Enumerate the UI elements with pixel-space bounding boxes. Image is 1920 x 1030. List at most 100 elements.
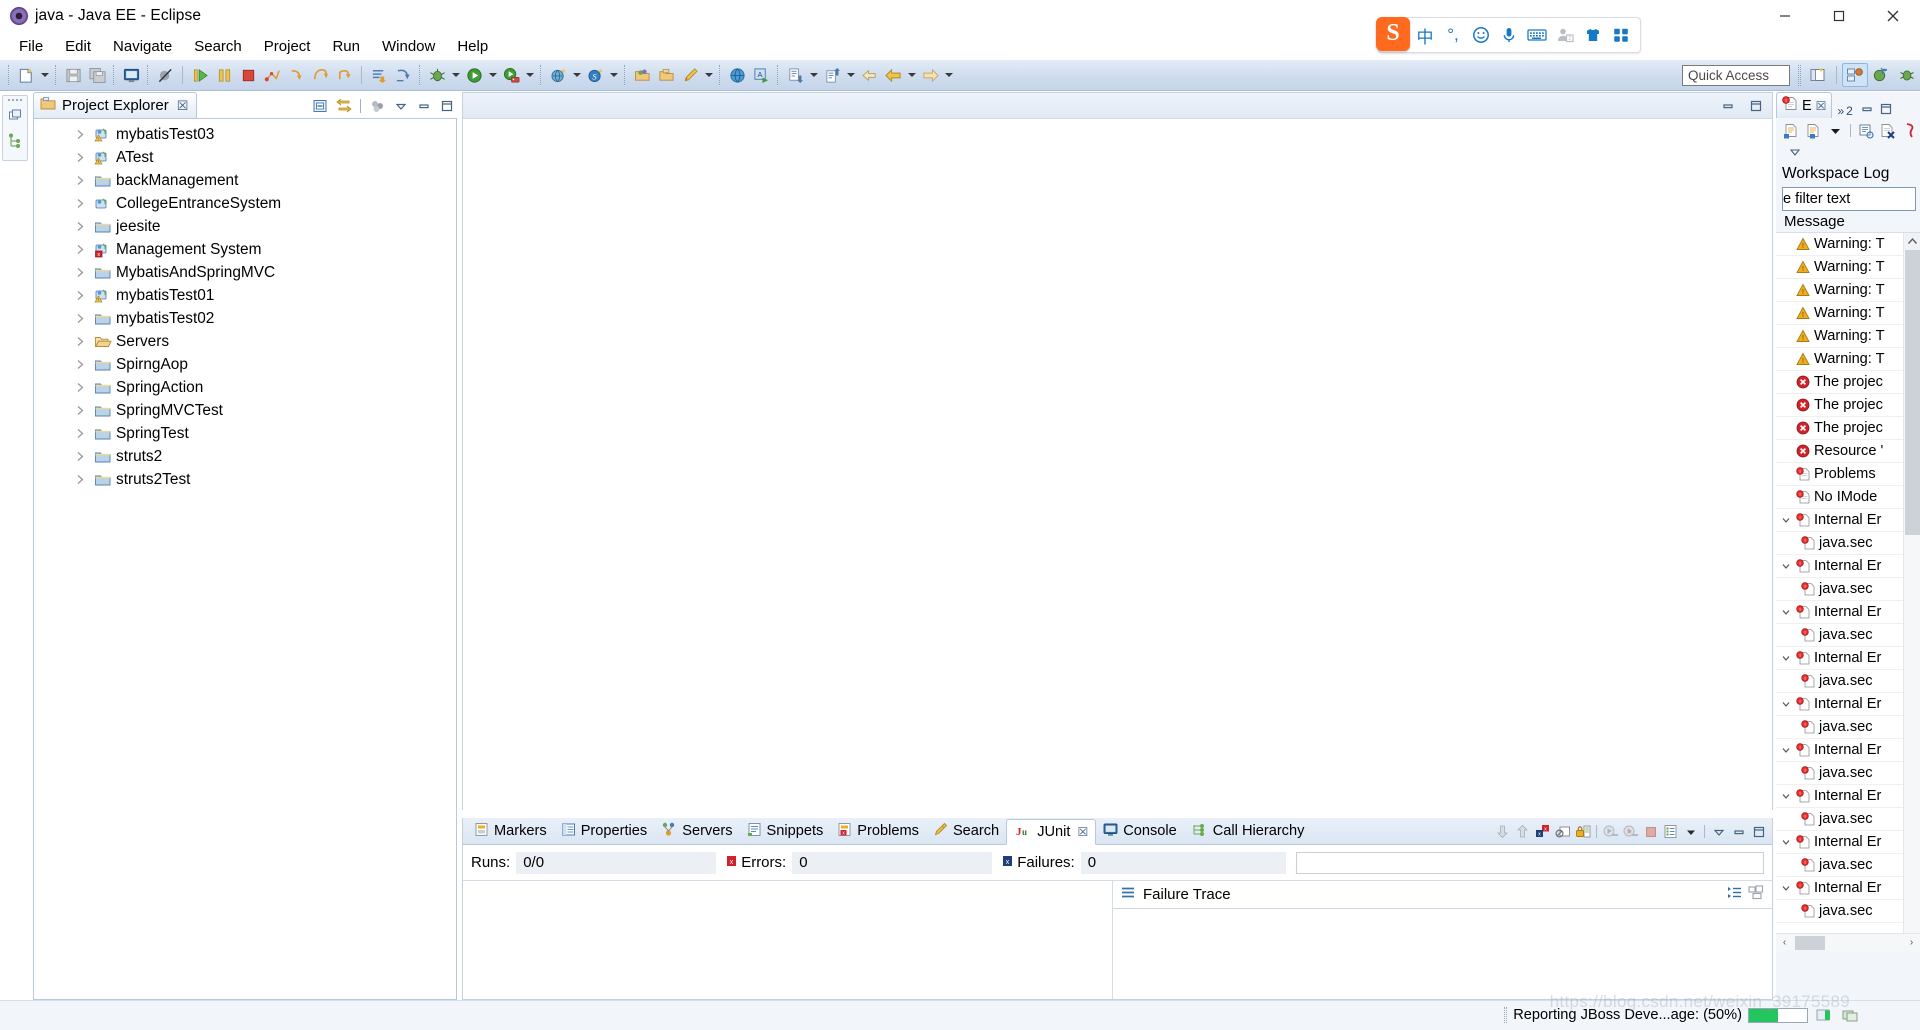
view-menu-button[interactable]	[1709, 822, 1728, 841]
tab-project-explorer[interactable]: Project Explorer ☒	[33, 92, 198, 118]
expand-arrow-icon[interactable]	[74, 404, 87, 417]
list-item[interactable]: ! java.sec	[1776, 624, 1920, 647]
editor-canvas[interactable]	[463, 119, 1772, 810]
list-item[interactable]: ! java.sec	[1776, 900, 1920, 923]
forward-history-dropdown[interactable]	[942, 63, 955, 87]
expand-arrow-icon[interactable]	[74, 174, 87, 187]
new-wizard-dropdown[interactable]	[38, 63, 51, 87]
tree-item-struts2Test[interactable]: struts2Test	[34, 468, 456, 491]
previous-annotation-dropdown[interactable]	[844, 63, 857, 87]
expand-arrow-icon[interactable]	[74, 450, 87, 463]
maximize-view-button[interactable]	[1877, 100, 1896, 118]
skip-breakpoints-button[interactable]	[153, 63, 177, 87]
tab-servers[interactable]: Servers	[654, 818, 739, 844]
expand-arrow-icon[interactable]	[74, 427, 87, 440]
save-all-button[interactable]	[85, 63, 109, 87]
tree-item-mybatisTest01[interactable]: ! mybatisTest01	[34, 284, 456, 307]
expand-arrow-icon[interactable]	[74, 358, 87, 371]
new-java-project-button[interactable]	[546, 63, 570, 87]
scroll-right-button[interactable]: ›	[1903, 934, 1920, 951]
list-item[interactable]: ! Internal Er	[1776, 601, 1920, 624]
junit-test-tree[interactable]	[463, 881, 1113, 999]
quick-access-input[interactable]: Quick Access	[1682, 64, 1790, 86]
backward-history-button[interactable]	[881, 63, 905, 87]
run-last-tool-button[interactable]: A	[749, 63, 773, 87]
minimize-panel-button[interactable]	[1729, 822, 1748, 841]
collapse-arrow-icon[interactable]	[1780, 790, 1792, 802]
debug-dropdown[interactable]	[449, 63, 462, 87]
run-on-server-dropdown[interactable]	[523, 63, 536, 87]
menu-project[interactable]: Project	[253, 35, 322, 58]
back-button[interactable]	[857, 63, 881, 87]
edit-pencil-button[interactable]	[678, 63, 702, 87]
expand-arrow-icon[interactable]	[74, 335, 87, 348]
list-item[interactable]: ! java.sec	[1776, 532, 1920, 555]
step-over-button[interactable]	[308, 63, 332, 87]
list-item[interactable]: The projec	[1776, 394, 1920, 417]
minimize-window-button[interactable]	[1758, 0, 1812, 32]
list-item[interactable]: ! java.sec	[1776, 670, 1920, 693]
terminate-button[interactable]	[1641, 822, 1660, 841]
use-step-filters-button[interactable]	[391, 63, 415, 87]
collapse-arrow-icon[interactable]	[1780, 514, 1792, 526]
forward-history-button[interactable]	[918, 63, 942, 87]
list-item[interactable]: ! Warning: T	[1776, 325, 1920, 348]
minimize-view-button[interactable]	[1858, 100, 1877, 118]
disconnect-button[interactable]	[260, 63, 284, 87]
tab-markers[interactable]: Markers	[467, 818, 554, 844]
close-icon[interactable]: ☒	[1077, 825, 1088, 839]
list-item[interactable]: ! Warning: T	[1776, 348, 1920, 371]
test-history-button[interactable]	[1661, 822, 1680, 841]
tree-item-SpringTest[interactable]: SpringTest	[34, 422, 456, 445]
open-type-button[interactable]	[630, 63, 654, 87]
new-spring-dropdown[interactable]	[607, 63, 620, 87]
error-log-vertical-scrollbar[interactable]	[1903, 233, 1920, 933]
collapse-arrow-icon[interactable]	[1780, 836, 1792, 848]
close-window-button[interactable]	[1866, 0, 1920, 32]
list-item[interactable]: ! Internal Er	[1776, 739, 1920, 762]
tree-item-Servers[interactable]: Servers	[34, 330, 456, 353]
list-item[interactable]: The projec	[1776, 371, 1920, 394]
list-item[interactable]: The projec	[1776, 417, 1920, 440]
restore-log-button[interactable]	[1900, 121, 1920, 141]
list-item[interactable]: ! Internal Er	[1776, 647, 1920, 670]
tree-item-SpringAction[interactable]: SpringAction	[34, 376, 456, 399]
tree-item-SpringMVCTest[interactable]: SpringMVCTest	[34, 399, 456, 422]
expand-arrow-icon[interactable]	[74, 289, 87, 302]
rerun-failed-button[interactable]: x	[1621, 822, 1640, 841]
list-item[interactable]: Resource '	[1776, 440, 1920, 463]
perspective-debug[interactable]	[1894, 63, 1920, 87]
minimize-editor-button[interactable]	[1718, 97, 1738, 115]
close-icon[interactable]: ☒	[177, 98, 189, 114]
error-log-list[interactable]: ! Warning: T ! Warning: T ! Warning: T ! War…	[1776, 233, 1920, 933]
lock-button[interactable]	[1573, 822, 1592, 841]
collapse-arrow-icon[interactable]	[1780, 606, 1792, 618]
step-into-button[interactable]	[284, 63, 308, 87]
show-failures-only-button[interactable]: xx	[1533, 822, 1552, 841]
expand-arrow-icon[interactable]	[74, 381, 87, 394]
tab-junit[interactable]: Ju JUnit ☒	[1006, 819, 1097, 845]
close-icon[interactable]: ☒	[1816, 99, 1827, 113]
user-icon[interactable]: 2	[1552, 20, 1578, 50]
collapse-arrow-icon[interactable]	[1780, 560, 1792, 572]
microphone-icon[interactable]	[1496, 20, 1522, 50]
history-dropdown-button[interactable]	[1681, 822, 1700, 841]
open-task-button[interactable]	[654, 63, 678, 87]
tree-item-struts2[interactable]: struts2	[34, 445, 456, 468]
new-spring-button[interactable]: S	[583, 63, 607, 87]
toolbox-icon[interactable]	[1608, 20, 1634, 50]
list-item[interactable]: ! java.sec	[1776, 854, 1920, 877]
column-header-message[interactable]: Message	[1776, 211, 1920, 233]
tab-properties[interactable]: Properties	[554, 818, 655, 844]
list-item[interactable]: ! Internal Er	[1776, 693, 1920, 716]
stop-circle-button[interactable]	[1553, 822, 1572, 841]
list-item[interactable]: ! Warning: T	[1776, 233, 1920, 256]
drag-handle[interactable]	[8, 99, 22, 102]
tab-call-hierarchy[interactable]: Call Hierarchy	[1184, 818, 1312, 844]
filter-stack-icon[interactable]	[1727, 885, 1743, 904]
list-item[interactable]: ! No IMode	[1776, 486, 1920, 509]
tree-item-mybatisTest03[interactable]: ! mybatisTest03	[34, 123, 456, 146]
chevron-down-icon[interactable]	[390, 96, 411, 116]
list-item[interactable]: ! Warning: T	[1776, 279, 1920, 302]
maximize-panel-button[interactable]	[1749, 822, 1768, 841]
